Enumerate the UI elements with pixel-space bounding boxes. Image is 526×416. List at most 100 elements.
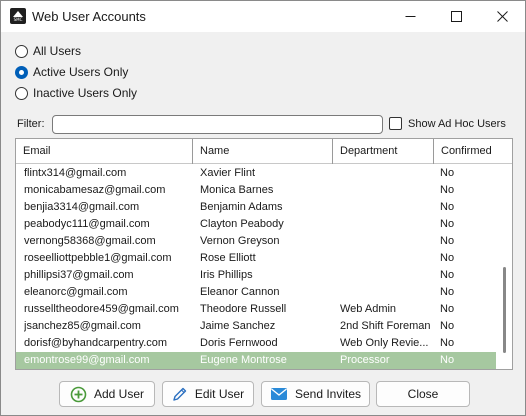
column-header-email[interactable]: Email xyxy=(16,139,193,164)
cell-email: peabodyc111@gmail.com xyxy=(24,218,150,230)
users-table[interactable]: Email Name Department Confirmed flintx31… xyxy=(15,138,513,370)
scrollbar-thumb[interactable] xyxy=(503,267,506,353)
cell-email: vernong58368@gmail.com xyxy=(24,235,156,247)
title-bar[interactable]: SMC Web User Accounts xyxy=(1,1,525,32)
add-user-label: Add User xyxy=(93,387,145,401)
cell-email: jsanchez85@gmail.com xyxy=(24,320,141,332)
edit-user-button[interactable]: Edit User xyxy=(162,381,254,407)
table-row[interactable]: emontrose99@gmail.com Eugene Montrose Proc… xyxy=(16,352,496,369)
cell-email: monicabamesaz@gmail.com xyxy=(24,184,166,196)
cell-department xyxy=(340,250,432,267)
cell-department: Web Only Revie... xyxy=(340,337,429,349)
radio-inactive-users-circle[interactable] xyxy=(15,86,28,100)
send-invites-button[interactable]: Send Invites xyxy=(261,381,370,407)
table-row[interactable]: roseelliottpebble1@gmail.com Rose Elliott… xyxy=(16,250,496,267)
cell-department: Processor xyxy=(340,354,390,366)
cell-email: phillipsi37@gmail.com xyxy=(24,269,134,281)
cell-department xyxy=(340,267,432,284)
cell-department xyxy=(340,199,432,216)
cell-name: Doris Fernwood xyxy=(200,337,278,349)
cell-name: Eleanor Cannon xyxy=(200,286,280,298)
cell-department xyxy=(340,182,432,199)
cell-department xyxy=(340,165,432,182)
cell-department xyxy=(340,284,432,301)
table-row[interactable]: vernong58368@gmail.com Vernon Greyson No xyxy=(16,233,496,250)
close-button[interactable]: Close xyxy=(376,381,470,407)
table-scrollbar[interactable] xyxy=(498,165,512,369)
cell-confirmed: No xyxy=(440,303,455,315)
show-adhoc-users-toggle[interactable]: Show Ad Hoc Users xyxy=(389,117,506,130)
cell-email: russelltheodore459@gmail.com xyxy=(24,303,179,315)
radio-all-users[interactable]: All Users xyxy=(15,43,81,59)
cell-department xyxy=(340,233,432,250)
minimize-icon xyxy=(405,16,415,17)
filter-input[interactable] xyxy=(52,115,383,134)
cell-name: Monica Barnes xyxy=(200,184,274,196)
maximize-button[interactable] xyxy=(433,1,479,32)
app-logo-text: SMC xyxy=(13,17,23,22)
column-header-name[interactable]: Name xyxy=(193,139,333,164)
minimize-button[interactable] xyxy=(387,1,433,32)
cell-confirmed: No xyxy=(440,201,455,213)
table-row[interactable]: flintx314@gmail.com Xavier Flint No xyxy=(16,165,496,182)
column-header-department[interactable]: Department xyxy=(333,139,434,164)
radio-all-users-label: All Users xyxy=(33,44,82,58)
table-row[interactable]: russelltheodore459@gmail.com Theodore Rus… xyxy=(16,301,496,318)
cell-confirmed: No xyxy=(440,167,455,179)
filter-label: Filter: xyxy=(17,118,45,130)
web-user-accounts-window: SMC Web User Accounts All Users Active U… xyxy=(0,0,526,416)
cell-confirmed: No xyxy=(440,337,455,349)
cell-email: flintx314@gmail.com xyxy=(24,167,127,179)
cell-name: Clayton Peabody xyxy=(200,218,284,230)
radio-active-users-only[interactable]: Active Users Only xyxy=(15,64,128,80)
close-icon xyxy=(496,11,508,22)
cell-department: Web Admin xyxy=(340,303,397,315)
cell-confirmed: No xyxy=(440,218,455,230)
cell-email: roseelliottpebble1@gmail.com xyxy=(24,252,172,264)
cell-confirmed: No xyxy=(440,235,455,247)
cell-department xyxy=(340,216,432,233)
show-adhoc-users-label: Show Ad Hoc Users xyxy=(408,117,506,130)
cell-email: benjia3314@gmail.com xyxy=(24,201,140,213)
cell-name: Iris Phillips xyxy=(200,269,253,281)
table-header: Email Name Department Confirmed xyxy=(16,139,512,164)
envelope-icon xyxy=(270,388,287,400)
cell-name: Xavier Flint xyxy=(200,167,256,179)
cell-confirmed: No xyxy=(440,269,455,281)
radio-active-users-circle[interactable] xyxy=(15,65,28,79)
cell-name: Jaime Sanchez xyxy=(200,320,276,332)
table-row[interactable]: dorisf@byhandcarpentry.com Doris Fernwood… xyxy=(16,335,496,352)
maximize-icon xyxy=(450,11,462,22)
cell-confirmed: No xyxy=(440,252,455,264)
edit-user-label: Edit User xyxy=(194,387,245,401)
close-window-button[interactable] xyxy=(479,1,525,32)
cell-email: dorisf@byhandcarpentry.com xyxy=(24,337,168,349)
table-row[interactable]: eleanorc@gmail.com Eleanor Cannon No xyxy=(16,284,496,301)
window-title: Web User Accounts xyxy=(32,9,146,24)
cell-name: Theodore Russell xyxy=(200,303,287,315)
radio-inactive-users-label: Inactive Users Only xyxy=(33,86,138,100)
cell-email: eleanorc@gmail.com xyxy=(24,286,128,298)
table-row[interactable]: jsanchez85@gmail.com Jaime Sanchez 2nd Shi… xyxy=(16,318,496,335)
cell-name: Vernon Greyson xyxy=(200,235,280,247)
app-logo-icon: SMC xyxy=(10,8,26,24)
cell-confirmed: No xyxy=(440,286,455,298)
column-header-confirmed[interactable]: Confirmed xyxy=(434,139,496,164)
plus-circle-icon xyxy=(70,386,87,402)
radio-inactive-users-only[interactable]: Inactive Users Only xyxy=(15,85,137,101)
pencil-icon xyxy=(173,387,187,401)
radio-active-users-label: Active Users Only xyxy=(33,65,129,79)
add-user-button[interactable]: Add User xyxy=(59,381,155,407)
cell-name: Benjamin Adams xyxy=(200,201,283,213)
cell-name: Eugene Montrose xyxy=(200,354,287,366)
table-row[interactable]: phillipsi37@gmail.com Iris Phillips No xyxy=(16,267,496,284)
table-row[interactable]: peabodyc111@gmail.com Clayton Peabody No xyxy=(16,216,496,233)
cell-name: Rose Elliott xyxy=(200,252,256,264)
cell-email: emontrose99@gmail.com xyxy=(24,354,150,366)
table-row[interactable]: benjia3314@gmail.com Benjamin Adams No xyxy=(16,199,496,216)
table-row[interactable]: monicabamesaz@gmail.com Monica Barnes No xyxy=(16,182,496,199)
show-adhoc-users-checkbox[interactable] xyxy=(389,117,402,130)
send-invites-label: Send Invites xyxy=(294,387,362,401)
radio-all-users-circle[interactable] xyxy=(15,44,28,58)
cell-department: 2nd Shift Foreman xyxy=(340,320,431,332)
